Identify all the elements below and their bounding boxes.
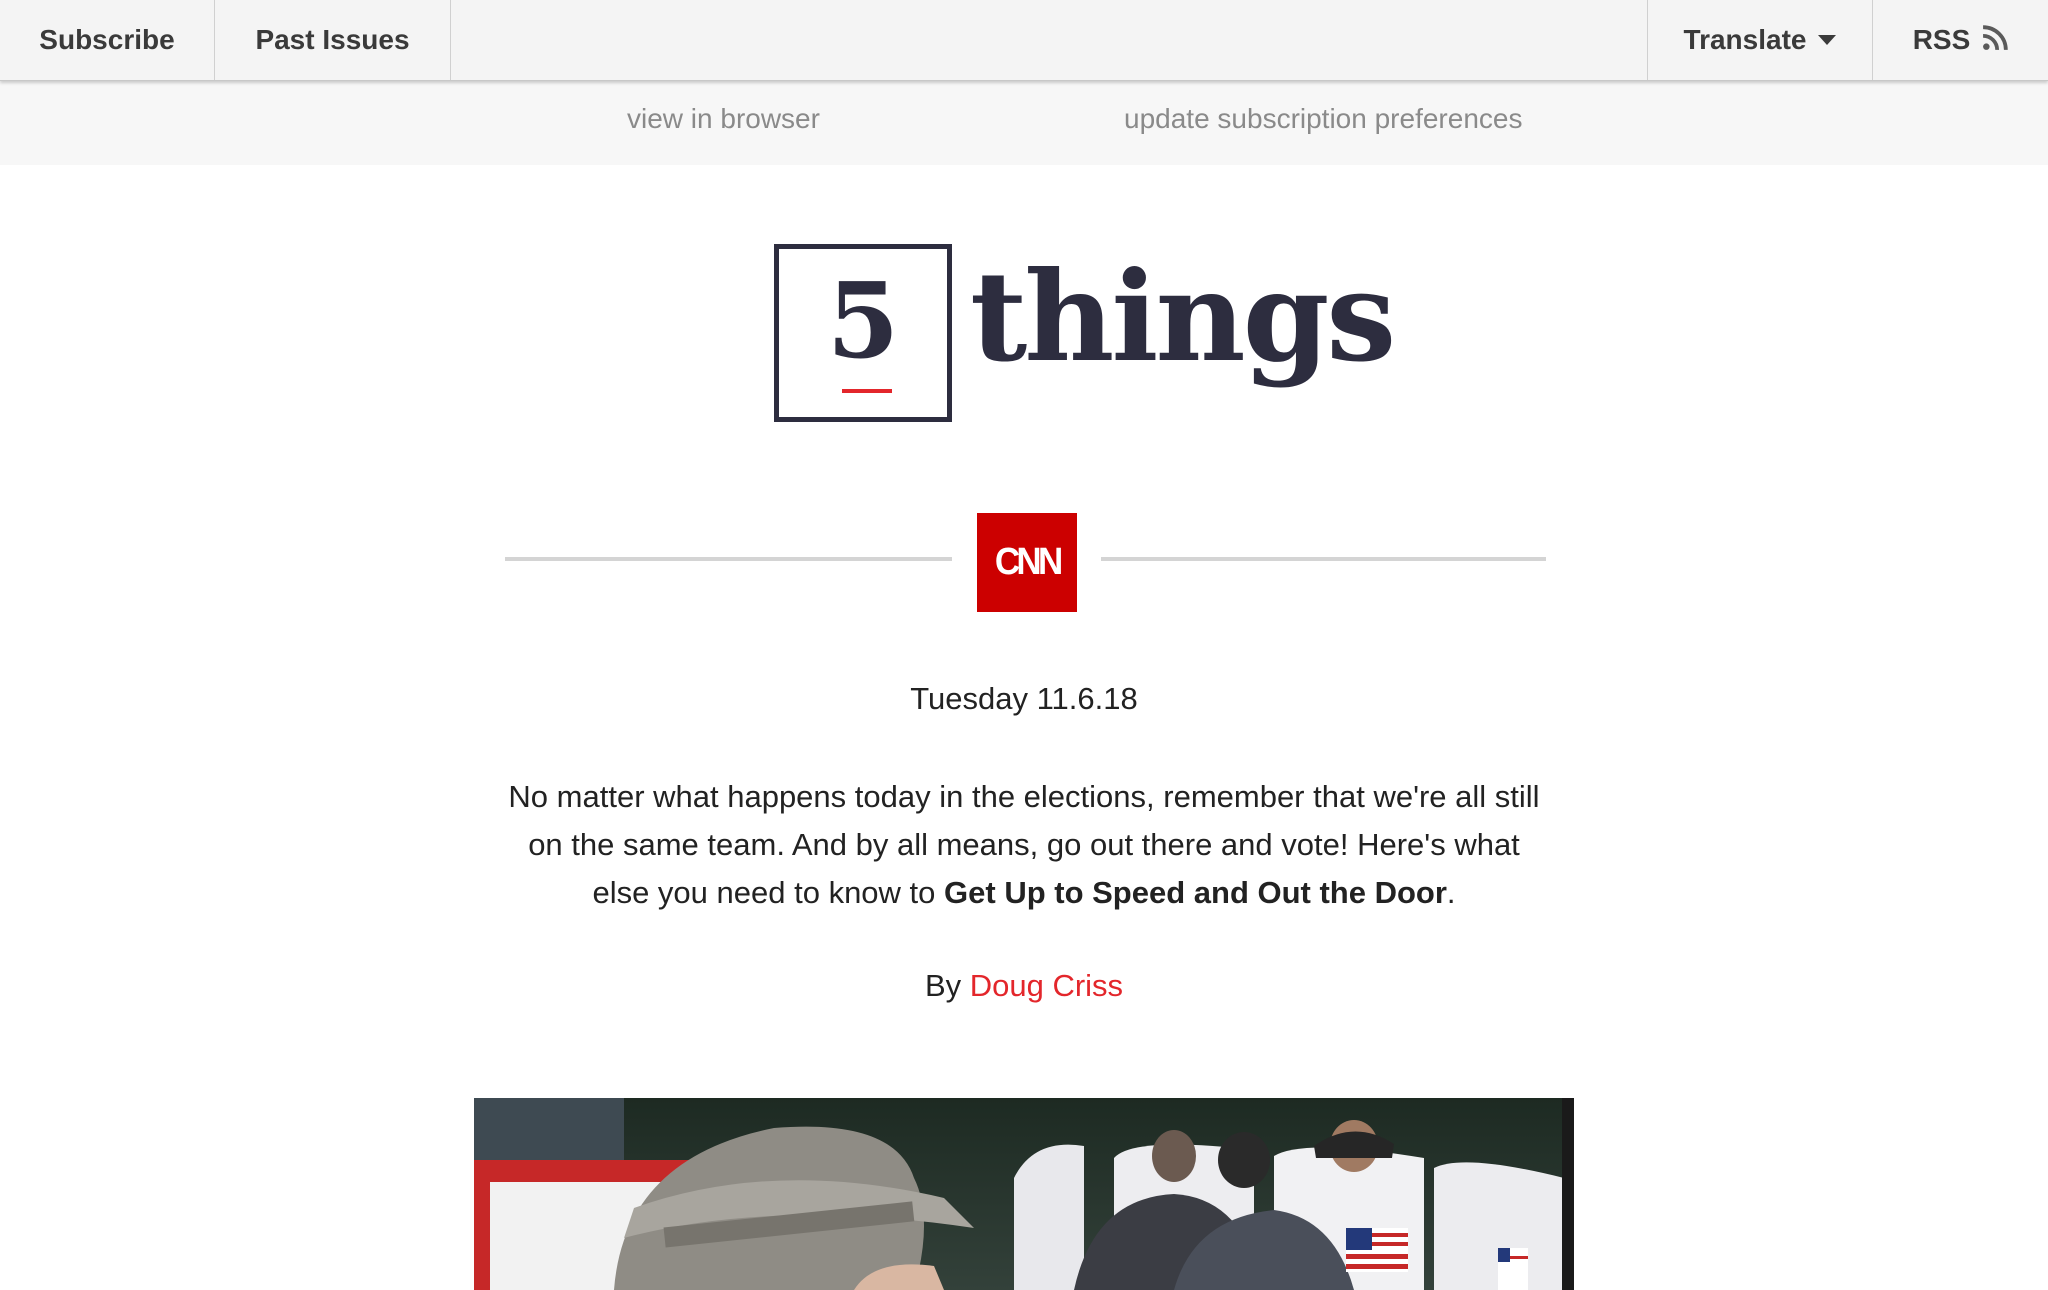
intro-bold-text: Get Up to Speed and Out the Door xyxy=(944,875,1447,910)
issue-date: Tuesday 11.6.18 xyxy=(910,681,1138,716)
view-in-browser-link[interactable]: view in browser xyxy=(627,103,820,135)
byline: By Doug Criss xyxy=(0,968,2048,1004)
intro-paragraph: No matter what happens today in the elec… xyxy=(500,773,1548,917)
voting-booth-photo xyxy=(474,1098,1574,1290)
divider-right xyxy=(1101,557,1546,561)
author-link[interactable]: Doug Criss xyxy=(970,968,1123,1003)
cnn-logo-text: CNN xyxy=(994,541,1063,583)
logo-number: 5 xyxy=(826,259,900,382)
rss-label: RSS xyxy=(1912,24,1971,55)
rss-link[interactable]: RSS xyxy=(1872,0,2048,80)
rss-icon xyxy=(1983,25,2009,51)
subscribe-link[interactable]: Subscribe xyxy=(0,0,215,80)
byline-label: By xyxy=(924,968,970,1003)
past-issues-link[interactable]: Past Issues xyxy=(215,0,451,80)
hero-photo xyxy=(474,1098,1574,1290)
top-nav-bar: Subscribe Past Issues Translate RSS xyxy=(0,0,2048,81)
chevron-down-icon xyxy=(1818,35,1837,45)
update-preferences-link[interactable]: update subscription preferences xyxy=(1124,103,1522,135)
logo-red-underline xyxy=(842,389,892,393)
cnn-logo: CNN xyxy=(977,513,1077,612)
intro-end: . xyxy=(1446,875,1456,910)
translate-dropdown[interactable]: Translate xyxy=(1647,0,1872,80)
preheader: view in browser update subscription pref… xyxy=(0,81,2048,165)
five-things-logo-box: 5 xyxy=(774,244,952,422)
divider-left xyxy=(505,557,952,561)
translate-label: Translate xyxy=(1683,24,1807,55)
logo-wordmark: things xyxy=(970,245,1396,390)
